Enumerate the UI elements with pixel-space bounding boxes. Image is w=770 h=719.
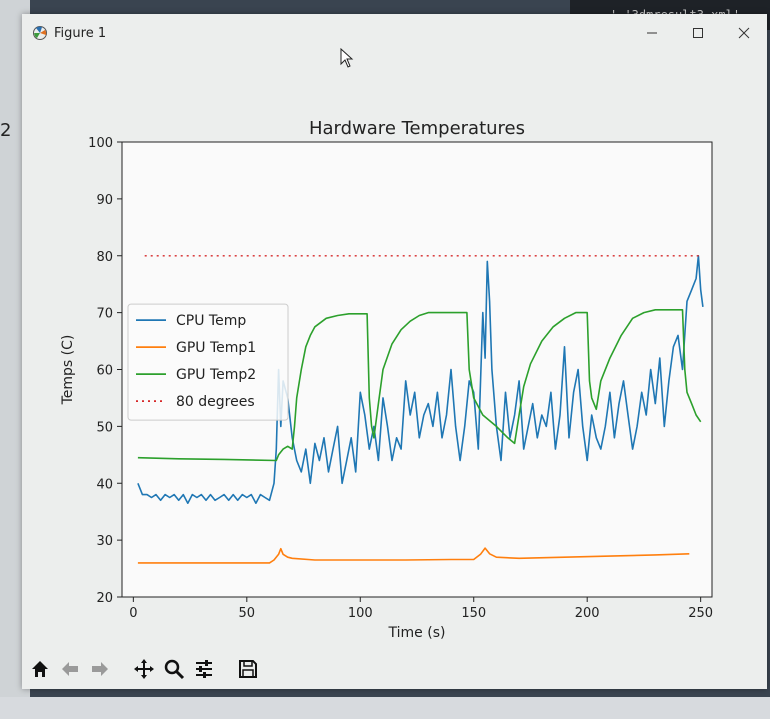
plot-area[interactable]: Hardware Temperatures 0 50 100 150 200 250 20 30… [22,52,767,642]
legend-label: GPU Temp2 [176,367,256,383]
minimize-button[interactable] [629,14,675,52]
maximize-icon [693,28,703,38]
y-tick-label: 60 [96,364,113,379]
navigation-toolbar [22,649,262,689]
legend-label: CPU Temp [176,313,246,329]
back-button[interactable] [56,655,84,683]
chart-svg[interactable]: Hardware Temperatures 0 50 100 150 200 250 20 30… [22,52,767,642]
pan-icon [134,659,154,679]
title-bar[interactable]: Figure 1 [22,14,767,52]
x-axis-label: Time (s) [388,625,446,641]
x-tick-label: 100 [348,606,373,621]
close-icon [738,27,750,39]
home-icon [32,661,48,677]
legend-label: 80 degrees [176,394,255,410]
back-icon [62,662,78,676]
minimize-icon [647,32,657,34]
y-tick-label: 50 [96,420,113,435]
background-taskbar [0,697,770,719]
chart-title: Hardware Temperatures [309,118,525,139]
y-axis-label: Temps (C) [60,335,76,406]
x-tick-label: 250 [688,606,713,621]
configure-button[interactable] [190,655,218,683]
save-button[interactable] [234,655,262,683]
x-tick-label: 150 [461,606,486,621]
figure-window: Figure 1 Hardware Temperatures 0 50 100 150 2… [22,14,767,689]
y-tick-label: 100 [88,136,113,151]
background-left-text: 2 [0,120,12,141]
home-button[interactable] [26,655,54,683]
close-button[interactable] [721,14,767,52]
y-tick-label: 80 [96,250,113,265]
y-tick-label: 70 [96,307,113,322]
forward-icon [92,662,108,676]
zoom-button[interactable] [160,655,188,683]
y-tick-label: 40 [96,477,113,492]
x-tick-label: 200 [575,606,600,621]
forward-button[interactable] [86,655,114,683]
configure-icon [196,660,212,678]
x-tick-label: 50 [239,606,256,621]
x-tick-label: 0 [129,606,137,621]
window-title: Figure 1 [54,25,107,41]
save-icon [239,660,257,678]
y-tick-label: 30 [96,534,113,549]
matplotlib-icon [32,25,48,41]
y-tick-label: 20 [96,591,113,606]
zoom-icon [164,659,185,680]
maximize-button[interactable] [675,14,721,52]
legend-label: GPU Temp1 [176,340,256,356]
y-tick-label: 90 [96,193,113,208]
pan-button[interactable] [130,655,158,683]
